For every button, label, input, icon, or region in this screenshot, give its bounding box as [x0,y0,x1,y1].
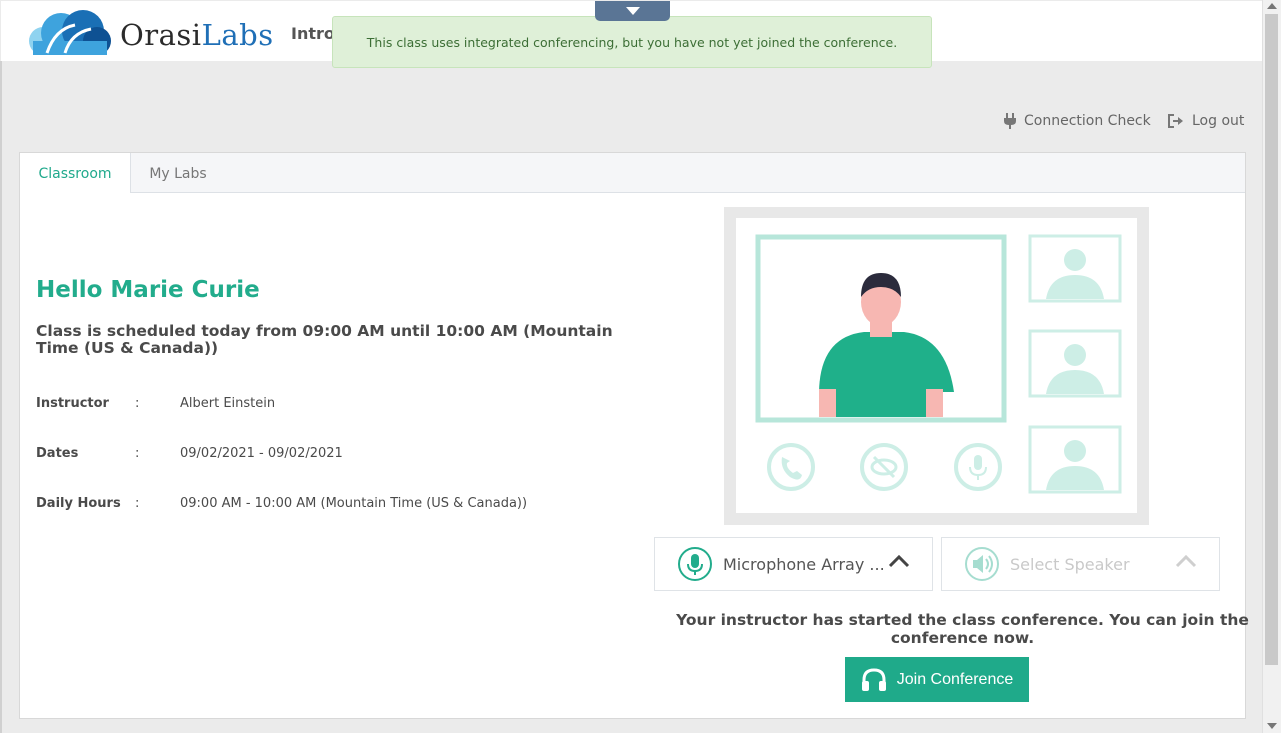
connection-check-label: Connection Check [1024,113,1151,129]
instructor-colon: : [135,396,140,411]
logout-label: Log out [1192,113,1245,129]
join-conference-button[interactable]: Join Conference [845,657,1029,702]
logo-text: OrasiLabs [120,18,274,52]
orasilabs-logo[interactable]: OrasiLabs [25,7,275,57]
plug-icon [1004,113,1016,129]
chevron-up-icon [888,554,910,568]
video-conference-illustration [724,207,1149,525]
dates-colon: : [135,446,140,461]
daily-hours-colon: : [135,496,140,511]
microphone-icon [678,547,712,581]
scroll-down-arrow-icon[interactable] [1267,723,1277,729]
sign-out-icon [1168,114,1183,128]
logo-text-orasi: Orasi [120,18,202,52]
chevron-up-icon [1175,554,1197,568]
scrollbar-thumb[interactable] [1265,14,1278,665]
speaker-icon [965,547,999,581]
dates-label: Dates [36,446,79,461]
instructor-label: Instructor [36,396,109,411]
tab-classroom[interactable]: Classroom [20,153,131,193]
scroll-up-arrow-icon[interactable] [1267,3,1277,9]
schedule-text: Class is scheduled today from 09:00 AM u… [36,322,613,357]
conference-status-message: Your instructor has started the class co… [676,611,1249,647]
connection-check-link[interactable]: Connection Check [1004,113,1151,129]
daily-hours-value: 09:00 AM - 10:00 AM (Mountain Time (US &… [180,496,528,511]
class-title: Intro [291,24,335,43]
tab-bar: Classroom My Labs [20,153,1245,193]
conference-alert: This class uses integrated conferencing,… [332,16,932,68]
join-conference-label: Join Conference [896,670,1014,688]
instructor-value: Albert Einstein [180,396,276,411]
page-left-border [0,61,2,733]
logout-link[interactable]: Log out [1168,113,1244,129]
daily-hours-label: Daily Hours [36,496,121,511]
vertical-scrollbar[interactable] [1262,0,1281,733]
dates-value: 09/02/2021 - 09/02/2021 [180,446,343,461]
main-panel: Classroom My Labs Hello Marie Curie Clas… [19,152,1249,719]
headphones-icon [861,667,886,691]
cloud-logo-icon [29,10,111,55]
microphone-select-label: Microphone Array ... [723,554,885,574]
header-toggle-button[interactable] [595,1,670,21]
alert-message: This class uses integrated conferencing,… [366,34,898,50]
logo-text-labs: Labs [201,18,274,52]
caret-down-icon [625,7,640,15]
speaker-select-placeholder: Select Speaker [1010,554,1130,574]
speaker-select[interactable]: Select Speaker [941,537,1220,591]
tab-my-labs[interactable]: My Labs [131,153,225,192]
microphone-select[interactable]: Microphone Array ... [654,537,933,591]
greeting-heading: Hello Marie Curie [36,277,260,303]
